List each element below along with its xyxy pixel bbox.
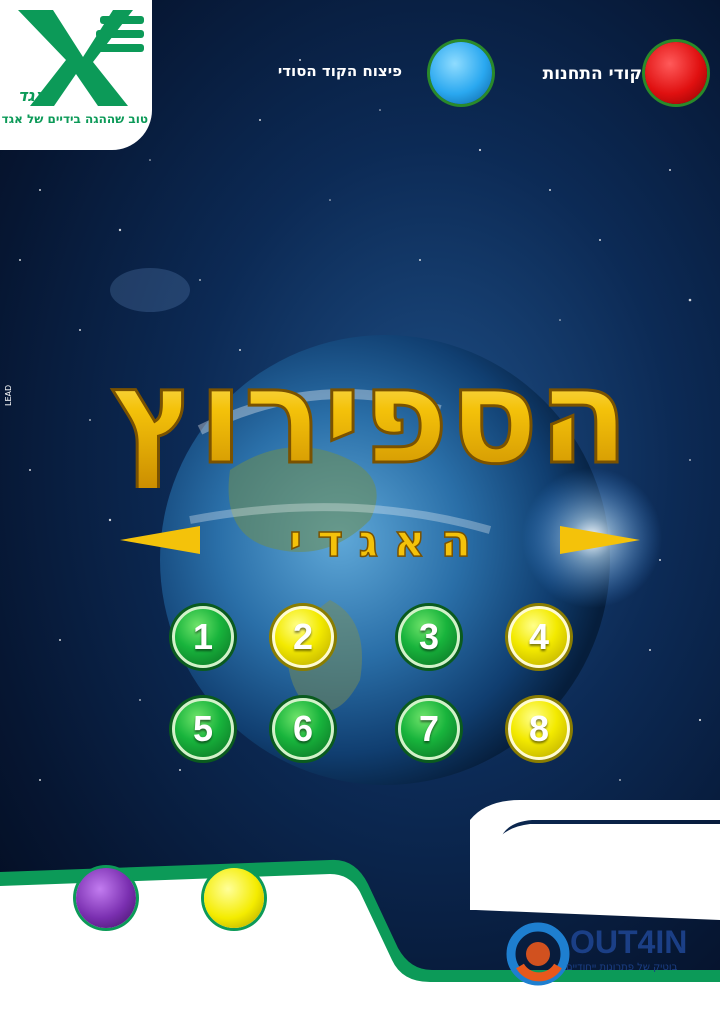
game-subtitle: ה א ג ד י <box>120 515 640 568</box>
number-button-6[interactable]: 6 <box>272 698 334 760</box>
crack-code-label: פיצוח הקוד הסודי <box>277 62 402 80</box>
red-station-codes-button[interactable] <box>645 42 707 104</box>
number-button-5[interactable]: 5 <box>172 698 234 760</box>
help-button[interactable] <box>204 868 264 928</box>
egged-slogan: טוב שההגה בידיים של אגד <box>1 112 148 126</box>
artist-signature: LEAD <box>4 384 13 406</box>
welcome-label: ברוכים הבאים <box>14 960 131 981</box>
station-codes-label: קודי התחנות <box>542 64 642 84</box>
number-button-3[interactable]: 3 <box>398 606 460 668</box>
game-screen: אגד טוב שההגה בידיים של אגד קודי התחנות … <box>0 0 720 1027</box>
number-button-2[interactable]: 2 <box>272 606 334 668</box>
out4in-tagline: בוטיק של פתרונות ייחודיים <box>566 962 678 973</box>
number-button-1[interactable]: 1 <box>172 606 234 668</box>
right-arrow-icon <box>560 526 640 554</box>
help-label: עזרה <box>204 960 247 981</box>
blue-crack-code-button[interactable] <box>430 42 492 104</box>
title-text: הספירוץ <box>111 340 629 488</box>
egged-name: אגד <box>18 86 47 105</box>
welcome-button[interactable] <box>76 868 136 928</box>
egged-logo: אגד טוב שההגה בידיים של אגד <box>0 0 152 150</box>
subtitle-text: ה א ג ד י <box>289 516 471 567</box>
number-button-4[interactable]: 4 <box>508 606 570 668</box>
number-button-7[interactable]: 7 <box>398 698 460 760</box>
game-title: הספירוץ <box>109 339 630 489</box>
left-arrow-icon <box>120 526 200 554</box>
number-button-8[interactable]: 8 <box>508 698 570 760</box>
out4in-name: OUT4IN <box>570 924 688 960</box>
